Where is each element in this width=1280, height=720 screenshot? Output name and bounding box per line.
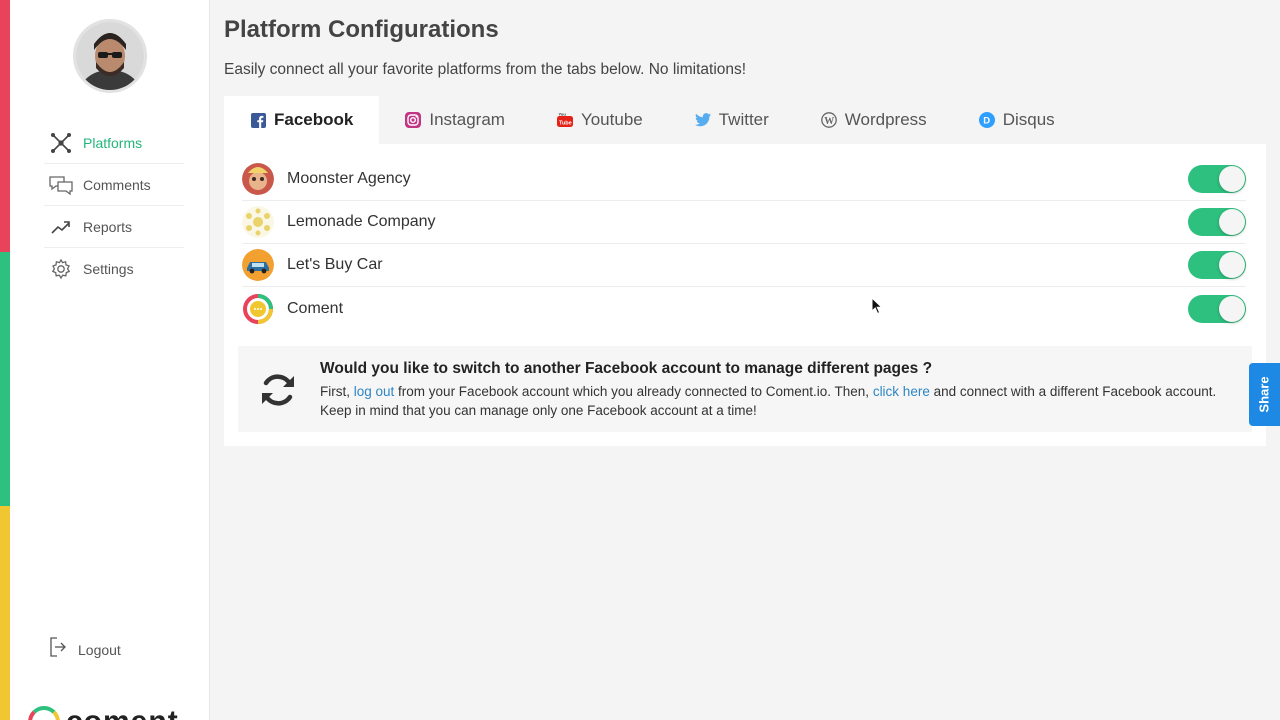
sidebar-item-label: Reports [83, 218, 133, 235]
share-button[interactable]: Share [1249, 363, 1280, 426]
tab-label: Twitter [718, 110, 769, 129]
sidebar-item-platforms[interactable]: Platforms [44, 122, 184, 164]
mouse-cursor-icon [871, 297, 883, 315]
tab-label: Instagram [429, 110, 505, 129]
page-subtitle: Easily connect all your favorite platfor… [224, 61, 747, 78]
brand-logo: coment [28, 706, 179, 720]
app-root: Platforms Comments Reports Settings Logo… [0, 0, 1280, 720]
brand-stripe-yellow [0, 506, 10, 720]
twitter-icon [694, 112, 711, 128]
account-avatar [242, 206, 274, 238]
account-list: Moonster Agency Lemonade Company Let's B… [242, 158, 1246, 330]
account-name: Coment [287, 299, 344, 317]
facebook-panel: Moonster Agency Lemonade Company Let's B… [224, 144, 1266, 446]
toggle-knob [1219, 252, 1245, 278]
list-item: Lemonade Company [242, 201, 1246, 244]
account-toggle[interactable] [1188, 251, 1246, 279]
list-item: Let's Buy Car [242, 244, 1246, 287]
notice-title: Would you like to switch to another Face… [320, 360, 933, 377]
gear-icon [48, 256, 74, 282]
account-avatar [242, 163, 274, 195]
user-avatar[interactable] [73, 19, 147, 93]
svg-text:W: W [824, 116, 834, 127]
account-name: Moonster Agency [287, 170, 411, 187]
tab-label: Disqus [1002, 110, 1055, 129]
sidebar-item-label: Comments [83, 176, 151, 193]
sidebar-item-label: Settings [83, 261, 134, 277]
wordpress-icon: W [820, 112, 837, 128]
tab-twitter[interactable]: Twitter [669, 96, 795, 144]
chat-bubbles-icon [48, 172, 74, 198]
youtube-icon: You Tube [556, 112, 573, 128]
tab-disqus[interactable]: D Disqus [953, 96, 1081, 144]
list-item: Moonster Agency [242, 158, 1246, 201]
tab-instagram[interactable]: Instagram [379, 96, 531, 144]
toggle-knob [1219, 295, 1245, 322]
refresh-icon [258, 370, 298, 410]
logout-label: Logout [78, 641, 121, 658]
log-out-link[interactable]: log out [354, 384, 395, 399]
toggle-knob [1219, 166, 1245, 192]
account-avatar [242, 249, 274, 281]
switch-account-notice: Would you like to switch to another Face… [238, 346, 1252, 432]
trend-up-icon [48, 214, 74, 240]
page-title: Platform Configurations [224, 16, 499, 43]
user-avatar-image [76, 22, 144, 90]
account-toggle[interactable] [1188, 208, 1246, 236]
tab-youtube[interactable]: You Tube Youtube [531, 96, 669, 144]
tab-wordpress[interactable]: W Wordpress [795, 96, 953, 144]
sidebar-item-label: Platforms [83, 134, 143, 151]
share-label: Share [1257, 376, 1273, 413]
toggle-knob [1219, 209, 1245, 235]
platform-tabs: Facebook Instagram You Tube Youtube Twitt… [224, 96, 1081, 144]
notice-body: First, log out from your Facebook accoun… [320, 382, 1220, 420]
notice-text: from your Facebook account which you alr… [394, 384, 873, 399]
account-name: Lemonade Company [287, 213, 436, 230]
tab-label: Youtube [580, 110, 643, 129]
click-here-link[interactable]: click here [873, 384, 930, 399]
tab-label: Facebook [274, 110, 354, 129]
notice-text: First, [320, 384, 354, 399]
network-icon [48, 130, 74, 156]
tab-label: Wordpress [844, 110, 927, 129]
logout-button[interactable]: Logout [48, 636, 121, 663]
disqus-icon: D [978, 112, 995, 128]
account-toggle[interactable] [1188, 165, 1246, 193]
svg-text:Tube: Tube [559, 121, 572, 127]
brand-stripe-green [0, 252, 10, 506]
list-item: Coment [242, 287, 1246, 330]
sidebar-nav: Platforms Comments Reports Settings [44, 122, 184, 290]
svg-text:You: You [558, 112, 566, 117]
brand-text: coment [66, 706, 179, 720]
sidebar-item-comments[interactable]: Comments [44, 164, 184, 206]
logout-icon [48, 636, 68, 663]
sidebar-item-reports[interactable]: Reports [44, 206, 184, 248]
brand-stripe-red [0, 0, 10, 252]
svg-text:D: D [983, 116, 990, 127]
sidebar-item-settings[interactable]: Settings [44, 248, 184, 290]
coment-logo-icon [28, 706, 60, 720]
facebook-icon [250, 112, 266, 128]
sidebar: Platforms Comments Reports Settings Logo… [10, 0, 210, 720]
tab-facebook[interactable]: Facebook [224, 96, 380, 144]
instagram-icon [405, 112, 422, 128]
account-name: Let's Buy Car [287, 256, 383, 273]
account-toggle[interactable] [1188, 294, 1246, 323]
account-avatar [242, 293, 274, 325]
